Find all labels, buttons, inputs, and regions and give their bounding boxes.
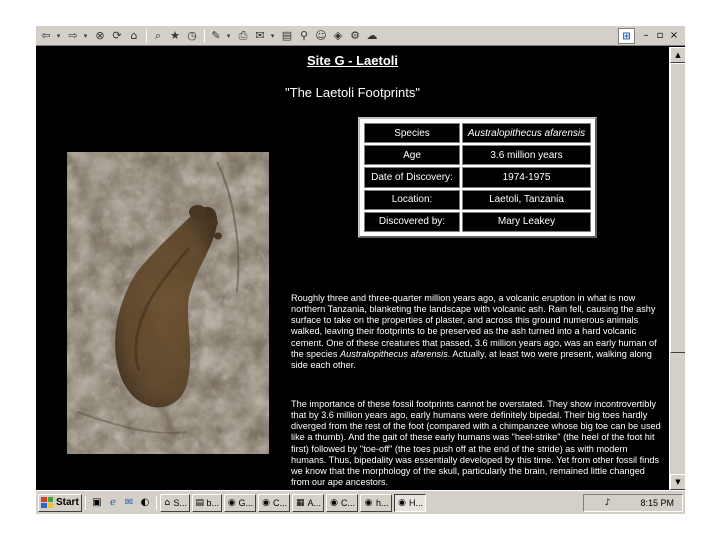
show-desktop-icon[interactable]: ▣: [89, 495, 105, 511]
fact-label: Date of Discovery:: [364, 167, 460, 188]
forward-dropdown-icon[interactable]: ▾: [82, 32, 89, 40]
tools-icon[interactable]: ⚙: [347, 28, 363, 44]
browser-toolbar: ⇦ ▾ ⇨ ▾ ⊗ ⟳ ⌂ ⌕ ★ ◷ ✎ ▾ ⎙ ✉ ▾ ▤ ⚲ ☺ ◈ ⚙ …: [36, 26, 685, 46]
edit-icon[interactable]: ✎: [208, 28, 224, 44]
taskbar-task-button[interactable]: ◉ C...: [326, 493, 358, 512]
system-tray: ♪ 8:15 PM: [583, 494, 683, 512]
media-quicklaunch-icon[interactable]: ◐: [137, 495, 153, 511]
task-app-icon: ◉: [227, 497, 236, 508]
refresh-icon[interactable]: ⟳: [109, 28, 125, 44]
paragraph-importance: The importance of these fossil footprint…: [291, 399, 661, 488]
history-icon[interactable]: ◷: [184, 28, 200, 44]
start-label: Start: [56, 497, 79, 508]
task-label: b...: [206, 497, 219, 508]
toolbar-separator: [146, 28, 147, 43]
fact-label: Species: [364, 123, 460, 144]
scroll-down-icon[interactable]: ▼: [670, 474, 685, 490]
taskbar: Start ▣ ℯ ✉ ◐ ⌂ S... ▤ b... ◉ G... ◉ C... ▦ A... ◉…: [36, 490, 685, 514]
windows-logo-icon: ⊞: [618, 28, 635, 44]
toolbar-separator: [204, 28, 205, 43]
scrollbar-thumb[interactable]: [670, 63, 685, 353]
close-button[interactable]: ×: [668, 28, 680, 42]
home-icon[interactable]: ⌂: [126, 28, 142, 44]
taskbar-task-button[interactable]: ▤ b...: [192, 493, 222, 512]
task-app-icon: ◉: [364, 497, 373, 508]
task-label: G...: [238, 497, 253, 508]
desktop-screen: ⇦ ▾ ⇨ ▾ ⊗ ⟳ ⌂ ⌕ ★ ◷ ✎ ▾ ⎙ ✉ ▾ ▤ ⚲ ☺ ◈ ⚙ …: [36, 26, 685, 514]
minimize-button[interactable]: –: [640, 28, 652, 42]
taskbar-separator: [85, 495, 86, 510]
fact-value: 1974-1975: [462, 167, 591, 188]
page-content: Site G - Laetoli "The Laetoli Footprints…: [36, 47, 669, 490]
page-title: Site G - Laetoli: [306, 53, 398, 68]
task-app-icon: ◉: [398, 497, 406, 508]
stop-icon[interactable]: ⊗: [92, 28, 108, 44]
facts-row: Location: Laetoli, Tanzania: [364, 189, 591, 210]
fact-value: Laetoli, Tanzania: [462, 189, 591, 210]
fact-value: Australopithecus afarensis: [462, 123, 591, 144]
taskbar-task-button[interactable]: ◉ G...: [224, 493, 256, 512]
page-icon[interactable]: ▤: [279, 28, 295, 44]
fact-label: Discovered by:: [364, 211, 460, 232]
facts-row: Species Australopithecus afarensis: [364, 123, 591, 144]
task-label: A...: [307, 497, 321, 508]
taskbar-task-button[interactable]: ⌂ S...: [160, 493, 190, 512]
facts-table: Species Australopithecus afarensis Age 3.6 …: [358, 117, 597, 238]
task-label: C...: [340, 497, 355, 508]
discuss-icon[interactable]: ⚲: [296, 28, 312, 44]
windows-flag-icon: [41, 497, 53, 508]
facts-row: Discovered by: Mary Leakey: [364, 211, 591, 232]
messenger-icon[interactable]: ☺: [313, 28, 329, 44]
favorites-icon[interactable]: ★: [167, 28, 183, 44]
species-name: Australopithecus afarensis: [340, 348, 448, 359]
vertical-scrollbar[interactable]: ▲ ▼: [669, 47, 685, 490]
start-button[interactable]: Start: [38, 493, 82, 512]
task-label: S...: [173, 497, 187, 508]
browser-quicklaunch-icon[interactable]: ℯ: [105, 495, 121, 511]
volume-icon[interactable]: ♪: [605, 498, 611, 508]
restore-button[interactable]: ▫: [654, 28, 666, 42]
taskbar-task-button[interactable]: ◉ h...: [360, 493, 392, 512]
fact-label: Age: [364, 145, 460, 166]
task-app-icon: ▤: [195, 497, 204, 508]
task-app-icon: ⌂: [164, 497, 171, 508]
back-dropdown-icon[interactable]: ▾: [55, 32, 62, 40]
forward-icon[interactable]: ⇨: [65, 28, 81, 44]
task-buttons: ⌂ S... ▤ b... ◉ G... ◉ C... ▦ A... ◉ C... ◉ h... ◉ H...: [160, 493, 428, 512]
fact-label: Location:: [364, 189, 460, 210]
task-label: h...: [376, 497, 389, 508]
mail-icon[interactable]: ✉: [252, 28, 268, 44]
research-icon[interactable]: ◈: [330, 28, 346, 44]
task-app-icon: ▦: [295, 497, 305, 508]
fact-value: 3.6 million years: [462, 145, 591, 166]
taskbar-separator: [156, 495, 157, 510]
search-icon[interactable]: ⌕: [150, 28, 166, 44]
scroll-up-icon[interactable]: ▲: [670, 47, 685, 63]
task-app-icon: ◉: [330, 497, 338, 508]
fact-value: Mary Leakey: [462, 211, 591, 232]
page-subtitle: "The Laetoli Footprints": [285, 85, 420, 100]
facts-row: Date of Discovery: 1974-1975: [364, 167, 591, 188]
taskbar-task-button[interactable]: ◉ C...: [258, 493, 290, 512]
chat-icon[interactable]: ☁: [364, 28, 380, 44]
print-icon[interactable]: ⎙: [235, 28, 251, 44]
taskbar-task-button[interactable]: ◉ H...: [394, 493, 426, 512]
mail-dropdown-icon[interactable]: ▾: [269, 32, 276, 40]
taskbar-task-button[interactable]: ▦ A...: [292, 493, 324, 512]
back-icon[interactable]: ⇦: [38, 28, 54, 44]
clock: 8:15 PM: [640, 498, 674, 508]
paragraph-intro: Roughly three and three-quarter million …: [291, 293, 663, 371]
task-label: H...: [408, 497, 423, 508]
footprint-photo: [67, 152, 269, 454]
facts-row: Age 3.6 million years: [364, 145, 591, 166]
edit-dropdown-icon[interactable]: ▾: [225, 32, 232, 40]
task-label: C...: [272, 497, 287, 508]
task-app-icon: ◉: [262, 497, 270, 508]
outlook-quicklaunch-icon[interactable]: ✉: [121, 495, 137, 511]
